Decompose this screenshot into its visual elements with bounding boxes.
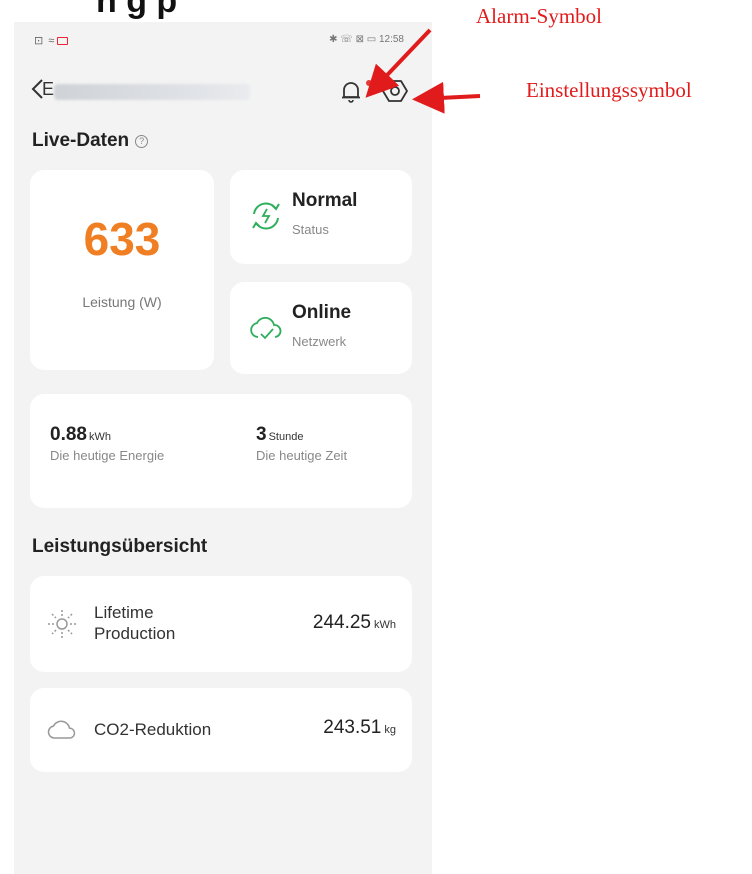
today-energy-value: 0.88 (50, 424, 87, 445)
status-bar: ⊡ ≈ ✱ ☏ ⊠ ▭ 12:58 (14, 22, 432, 62)
co2-reduction-value: 243.51 (323, 717, 382, 738)
co2-reduction-row[interactable]: CO2-Reduktion 243.51 kg (30, 688, 412, 772)
today-time-label: Die heutige Zeit (256, 448, 348, 463)
bell-icon (342, 82, 360, 103)
today-stats-card: 0.88 kWh Die heutige Energie 3 Stunde Die … (30, 394, 412, 508)
today-time-value: 3 (256, 424, 267, 445)
status-value: Normal (292, 190, 358, 211)
phone-screen: ⊡ ≈ ✱ ☏ ⊠ ▭ 12:58 E Live-Daten? 633 Leis… (14, 22, 432, 874)
device-name-redacted (54, 84, 250, 100)
co2-reduction-unit: kg (384, 724, 396, 736)
help-icon[interactable]: ? (135, 135, 149, 148)
lifetime-production-unit: kWh (374, 619, 396, 631)
network-value: Online (292, 302, 352, 323)
live-data-title: Live-Daten? (32, 130, 149, 152)
status-card: Normal Status (230, 170, 412, 264)
power-card: 633 Leistung (W) (30, 170, 214, 370)
today-time: 3 Stunde Die heutige Zeit (256, 424, 376, 464)
settings-button[interactable] (380, 76, 410, 106)
top-bar: E (14, 72, 432, 112)
co2-reduction-value-line: 243.51 kg (323, 717, 396, 739)
battery-alert-icon (57, 37, 69, 45)
settings-symbol-annotation: Einstellungssymbol (526, 78, 692, 102)
today-time-value-line: 3 Stunde (256, 424, 376, 446)
overview-title: Leistungsübersicht (32, 536, 208, 557)
lifetime-production-value: 244.25 (312, 612, 371, 633)
alarm-notification-dot (366, 80, 372, 86)
network-card: Online Netzwerk (230, 282, 412, 374)
power-value: 633 (83, 213, 161, 265)
status-bar-left-icons: ⊡ ≈ (34, 35, 56, 47)
status-label: Status (292, 222, 329, 237)
cloud-icon (47, 720, 76, 739)
power-label: Leistung (W) (82, 294, 162, 310)
device-name-initial: E (42, 79, 55, 99)
alarm-button[interactable] (336, 76, 366, 106)
sun-icon (48, 610, 76, 638)
network-label: Netzwerk (292, 334, 347, 349)
lifetime-production-label: Lifetime Production (94, 603, 176, 643)
live-data-title-text: Live-Daten (32, 130, 130, 151)
status-bar-left: ⊡ ≈ (34, 34, 69, 47)
lifetime-production-value-line: 244.25 kWh (313, 612, 396, 634)
cloud-check-icon (250, 316, 282, 340)
page-heading-fragment: n g p (96, 0, 178, 20)
today-energy-value-line: 0.88 kWh (50, 424, 170, 446)
status-sync-icon (252, 202, 280, 230)
alarm-symbol-annotation: Alarm-Symbol (476, 4, 602, 28)
status-bar-right: ✱ ☏ ⊠ ▭ 12:58 (329, 34, 404, 45)
co2-reduction-label: CO2-Reduktion (94, 720, 212, 739)
today-energy: 0.88 kWh Die heutige Energie (50, 424, 170, 464)
settings-hexagon-icon (382, 80, 408, 102)
today-energy-label: Die heutige Energie (50, 448, 165, 463)
today-energy-unit: kWh (88, 431, 111, 443)
today-time-unit: Stunde (268, 431, 304, 443)
lifetime-production-row[interactable]: Lifetime Production 244.25 kWh (30, 576, 412, 672)
